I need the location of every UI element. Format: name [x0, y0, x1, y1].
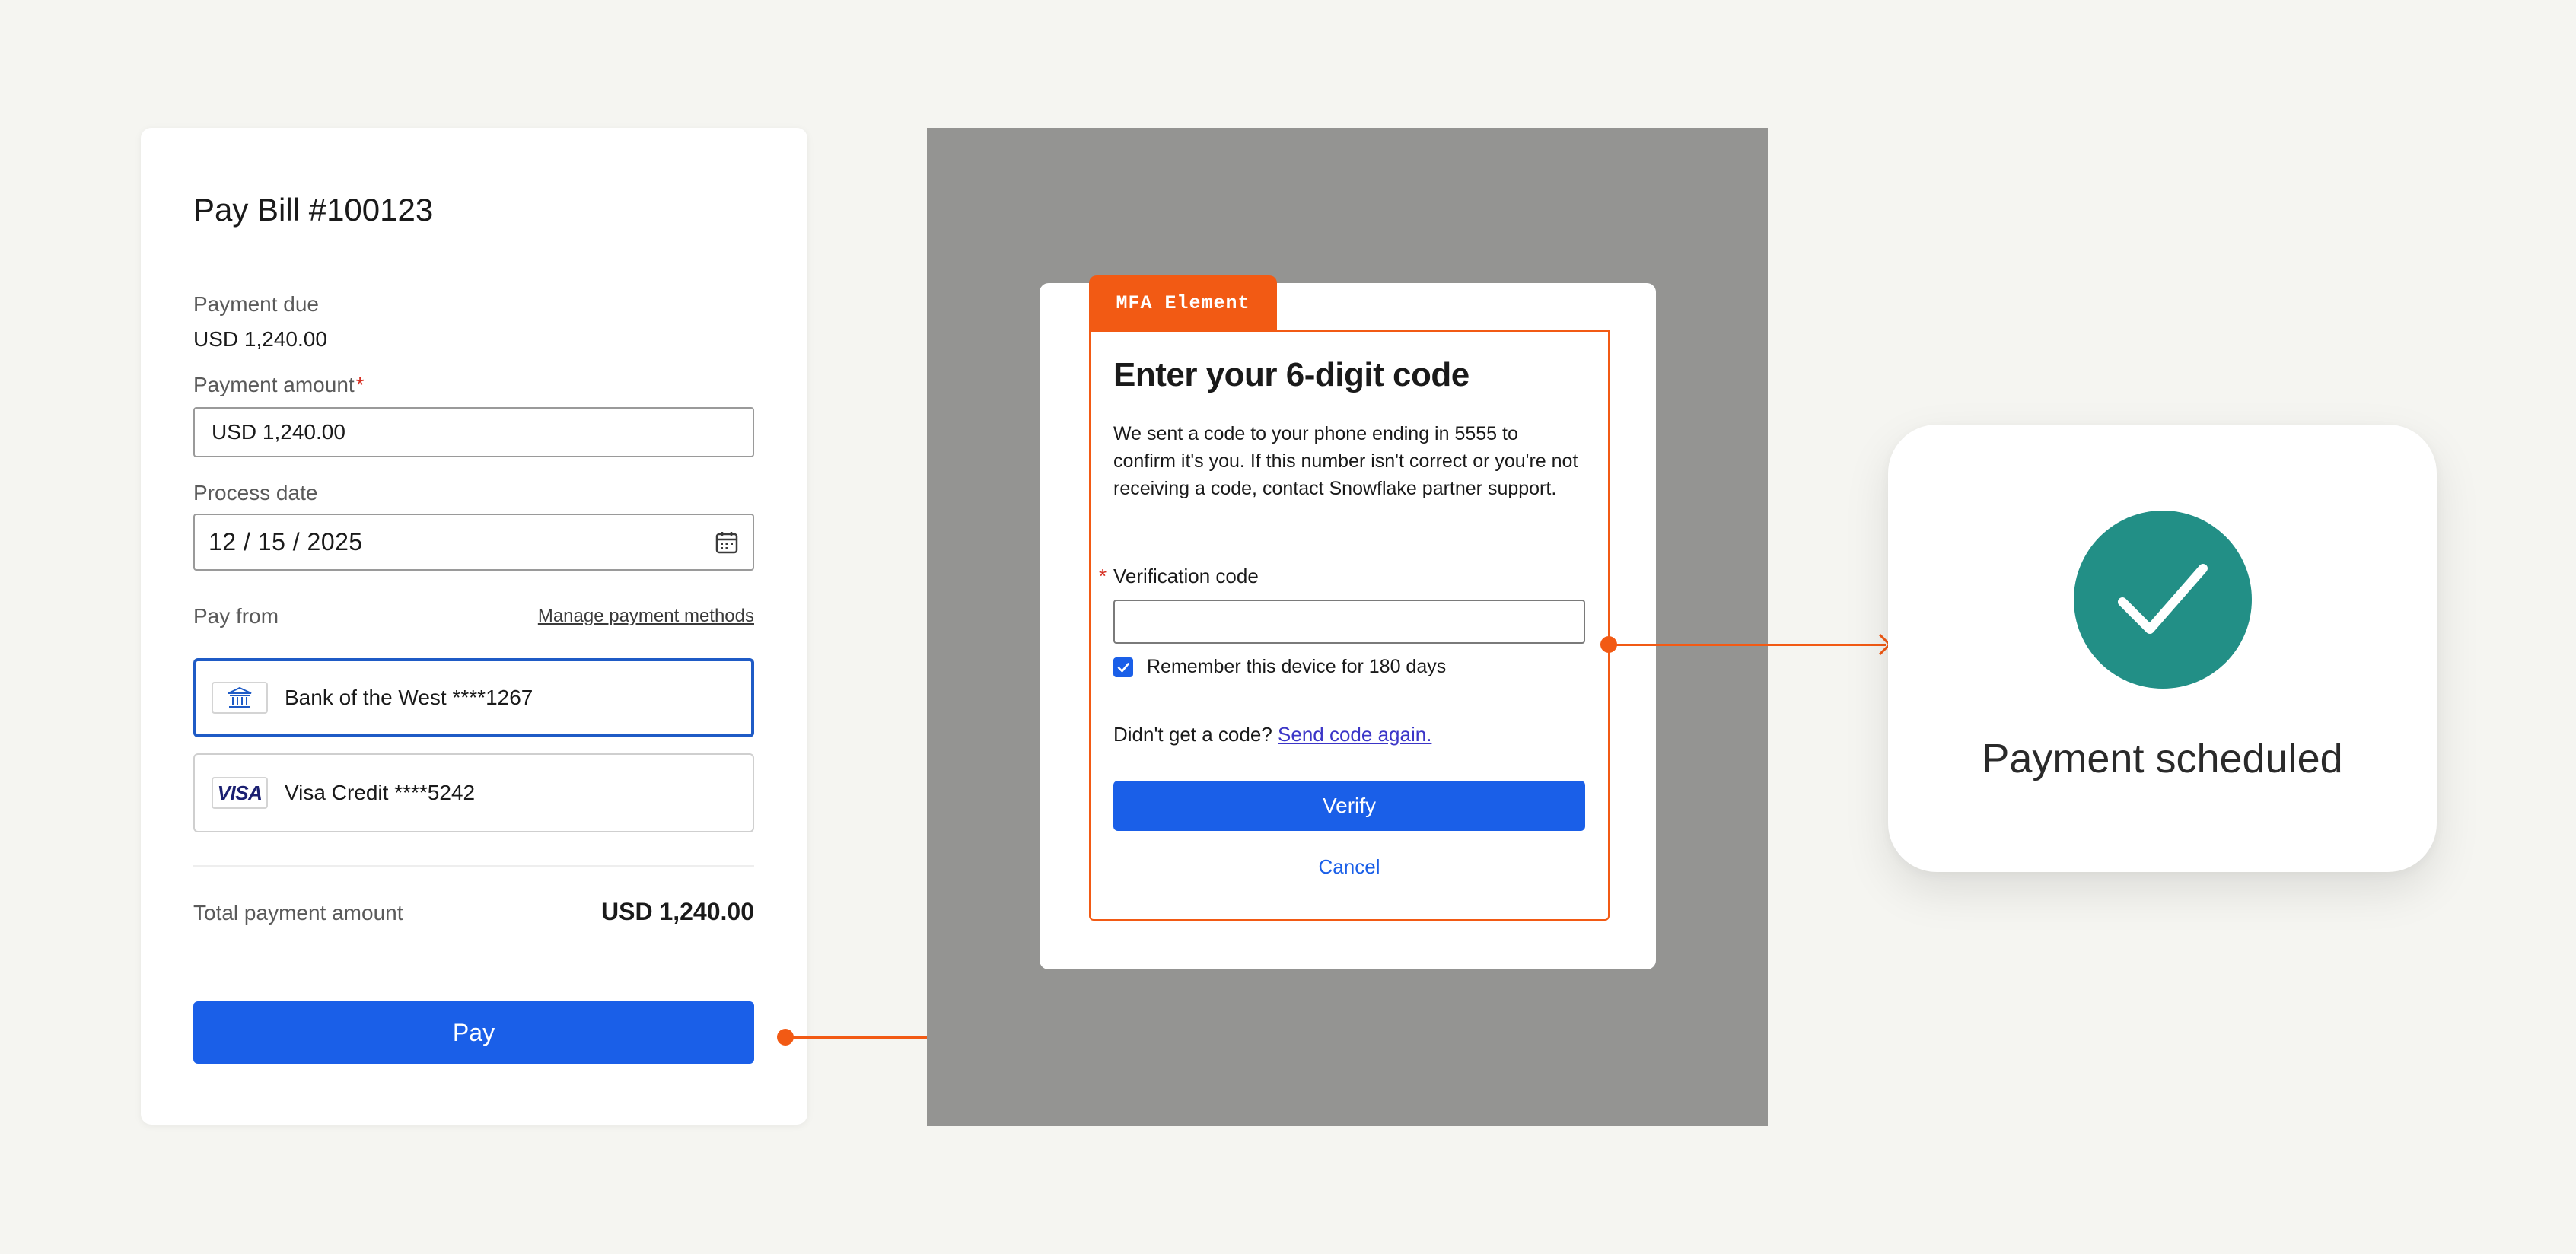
bank-method-label: Bank of the West ****1267 — [285, 686, 533, 709]
calendar-icon[interactable] — [715, 530, 739, 555]
payment-scheduled-message: Payment scheduled — [1982, 736, 2343, 781]
mfa-overlay-backdrop: MFA Element Enter your 6-digit code We s… — [927, 128, 1768, 1126]
payment-amount-input[interactable]: USD 1,240.00 — [193, 407, 754, 457]
connector-line — [1609, 644, 1886, 646]
send-code-again-link[interactable]: Send code again. — [1278, 723, 1431, 746]
checkmark-icon — [1117, 662, 1129, 672]
manage-payment-methods-link[interactable]: Manage payment methods — [538, 606, 754, 627]
divider — [193, 865, 754, 867]
mfa-element-frame: Enter your 6-digit code We sent a code t… — [1089, 330, 1610, 921]
visa-icon: VISA — [212, 777, 268, 809]
bank-icon — [212, 682, 268, 714]
process-date-label: Process date — [193, 481, 318, 504]
mfa-title: Enter your 6-digit code — [1113, 356, 1469, 393]
total-payment-label: Total payment amount — [193, 901, 403, 925]
payment-method-bank[interactable]: Bank of the West ****1267 — [193, 658, 754, 737]
required-asterisk: * — [355, 373, 365, 396]
visa-badge-text: VISA — [217, 781, 263, 804]
payment-scheduled-card: Payment scheduled — [1888, 425, 2437, 872]
remember-device-checkbox[interactable] — [1113, 657, 1133, 677]
payment-amount-label: Payment amount* — [193, 373, 365, 397]
success-check-icon — [2074, 511, 2252, 689]
required-asterisk: * — [1099, 565, 1107, 587]
resend-row: Didn't get a code? Send code again. — [1113, 723, 1431, 746]
remember-device-label: Remember this device for 180 days — [1147, 656, 1447, 677]
payment-due-label: Payment due — [193, 292, 319, 316]
process-date-input[interactable]: 12 / 15 / 2025 — [193, 514, 754, 571]
payment-due-value: USD 1,240.00 — [193, 327, 327, 351]
remember-device-row[interactable]: Remember this device for 180 days — [1113, 656, 1446, 678]
process-date-value: 12 / 15 / 2025 — [209, 528, 363, 555]
pay-bill-card: Pay Bill #100123 Payment due USD 1,240.0… — [141, 128, 807, 1125]
mfa-description: We sent a code to your phone ending in 5… — [1113, 423, 1578, 499]
resend-prompt: Didn't get a code? — [1113, 723, 1272, 746]
mfa-element-tag: MFA Element — [1089, 275, 1277, 330]
verify-button[interactable]: Verify — [1113, 781, 1585, 831]
visa-method-label: Visa Credit ****5242 — [285, 781, 476, 804]
verification-code-input[interactable] — [1113, 600, 1585, 644]
mfa-modal: MFA Element Enter your 6-digit code We s… — [1040, 275, 1656, 969]
cancel-link[interactable]: Cancel — [1113, 855, 1585, 879]
payment-method-visa[interactable]: VISA Visa Credit ****5242 — [193, 753, 754, 832]
total-payment-value: USD 1,240.00 — [600, 898, 754, 925]
pay-button[interactable]: Pay — [193, 1001, 754, 1064]
payment-amount-label-text: Payment amount — [193, 373, 355, 396]
pay-from-label: Pay from — [193, 604, 279, 628]
verification-code-label: Verification code — [1113, 565, 1259, 587]
pay-bill-title: Pay Bill #100123 — [193, 192, 434, 228]
